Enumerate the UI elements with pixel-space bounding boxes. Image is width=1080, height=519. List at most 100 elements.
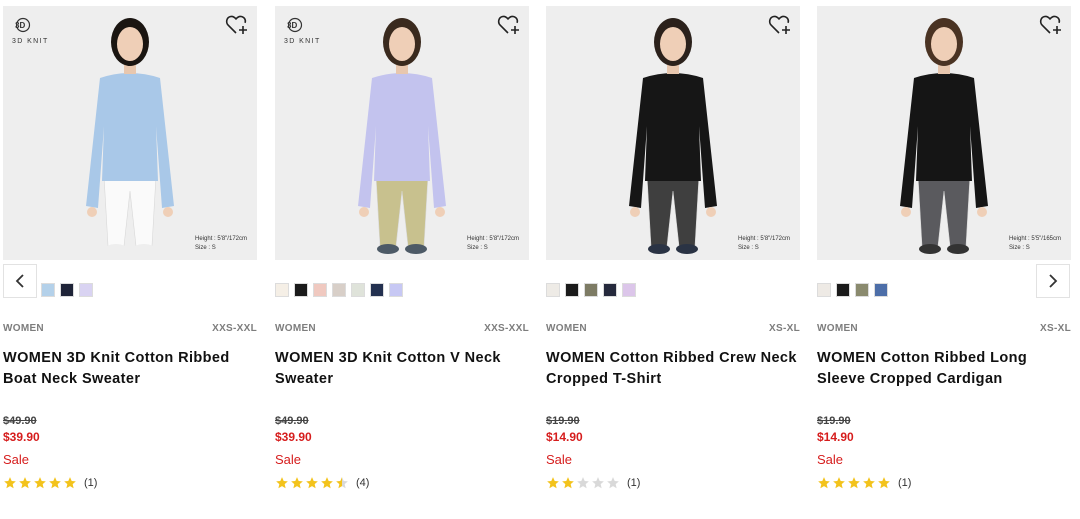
review-count[interactable]: (1) bbox=[84, 477, 97, 489]
add-to-favorites-icon[interactable] bbox=[768, 14, 792, 36]
model-size: Size : S bbox=[195, 245, 216, 251]
review-count[interactable]: (4) bbox=[356, 477, 369, 489]
color-swatch[interactable] bbox=[294, 283, 308, 297]
product-image[interactable]: 3D 3D KNIT Height : 5'8"/172cm Size : S bbox=[275, 6, 529, 260]
model-size: Size : S bbox=[1009, 245, 1030, 251]
rating-stars bbox=[275, 476, 349, 490]
color-swatch[interactable] bbox=[836, 283, 850, 297]
color-swatch[interactable] bbox=[565, 283, 579, 297]
star-icon bbox=[321, 477, 333, 489]
star-icon bbox=[863, 477, 875, 489]
rating-stars bbox=[817, 476, 891, 490]
svg-text:3D: 3D bbox=[15, 21, 25, 30]
product-card[interactable]: Height : 5'5"/165cm Size : S WOMEN XS-XL… bbox=[817, 6, 1073, 506]
3d-knit-icon: 3D bbox=[15, 17, 31, 33]
sale-label: Sale bbox=[546, 452, 573, 467]
product-meta: WOMEN XS-XL bbox=[546, 323, 800, 335]
rating: (4) bbox=[275, 475, 369, 491]
sale-price: $14.90 bbox=[546, 430, 583, 444]
color-swatch[interactable] bbox=[389, 283, 403, 297]
star-icon bbox=[291, 477, 303, 489]
sale-price: $39.90 bbox=[275, 430, 312, 444]
badge-label: 3D KNIT bbox=[12, 38, 49, 45]
color-swatch[interactable] bbox=[874, 283, 888, 297]
add-to-favorites-icon[interactable] bbox=[225, 14, 249, 36]
carousel-prev-button[interactable] bbox=[3, 264, 37, 298]
star-icon bbox=[547, 477, 559, 489]
star-icon bbox=[562, 477, 574, 489]
color-swatches bbox=[546, 283, 636, 297]
product-name[interactable]: WOMEN 3D Knit Cotton Ribbed Boat Neck Sw… bbox=[3, 348, 259, 390]
model-size: Size : S bbox=[467, 245, 488, 251]
color-swatch[interactable] bbox=[351, 283, 365, 297]
size-range: XS-XL bbox=[769, 323, 800, 334]
product-name[interactable]: WOMEN Cotton Ribbed Crew Neck Cropped T-… bbox=[546, 348, 802, 390]
color-swatch[interactable] bbox=[275, 283, 289, 297]
color-swatch[interactable] bbox=[546, 283, 560, 297]
color-swatch[interactable] bbox=[60, 283, 74, 297]
product-card[interactable]: 3D 3D KNIT Height : 5'8"/172cm Size : S … bbox=[3, 6, 259, 506]
product-image[interactable]: Height : 5'8"/172cm Size : S bbox=[546, 6, 800, 260]
size-range: XXS-XXL bbox=[484, 323, 529, 334]
gender-label: WOMEN bbox=[546, 323, 587, 334]
star-icon bbox=[848, 477, 860, 489]
rating-stars bbox=[3, 476, 77, 490]
original-price: $19.90 bbox=[817, 415, 851, 427]
model-info: Height : 5'8"/172cm Size : S bbox=[195, 235, 247, 253]
add-to-favorites-icon[interactable] bbox=[497, 14, 521, 36]
model-info: Height : 5'5"/165cm Size : S bbox=[1009, 235, 1061, 253]
sale-label: Sale bbox=[817, 452, 844, 467]
badge-label: 3D KNIT bbox=[284, 38, 321, 45]
product-card[interactable]: 3D 3D KNIT Height : 5'8"/172cm Size : S … bbox=[275, 6, 531, 506]
3d-knit-badge: 3D 3D KNIT bbox=[12, 16, 63, 48]
product-image[interactable]: Height : 5'5"/165cm Size : S bbox=[817, 6, 1071, 260]
product-card[interactable]: Height : 5'8"/172cm Size : S WOMEN XS-XL… bbox=[546, 6, 802, 506]
product-name[interactable]: WOMEN Cotton Ribbed Long Sleeve Cropped … bbox=[817, 348, 1073, 390]
sale-label: Sale bbox=[3, 452, 30, 467]
carousel-next-button[interactable] bbox=[1036, 264, 1070, 298]
size-range: XS-XL bbox=[1040, 323, 1071, 334]
sale-price: $39.90 bbox=[3, 430, 40, 444]
sale-price: $14.90 bbox=[817, 430, 854, 444]
product-meta: WOMEN XS-XL bbox=[817, 323, 1071, 335]
color-swatch[interactable] bbox=[855, 283, 869, 297]
rating: (1) bbox=[3, 475, 97, 491]
star-icon bbox=[276, 477, 288, 489]
color-swatch[interactable] bbox=[370, 283, 384, 297]
star-icon bbox=[818, 477, 830, 489]
star-icon bbox=[49, 477, 61, 489]
color-swatch[interactable] bbox=[332, 283, 346, 297]
color-swatch[interactable] bbox=[584, 283, 598, 297]
color-swatch[interactable] bbox=[817, 283, 831, 297]
original-price: $49.90 bbox=[275, 415, 309, 427]
color-swatch[interactable] bbox=[603, 283, 617, 297]
model-info: Height : 5'8"/172cm Size : S bbox=[738, 235, 790, 253]
model-height: Height : 5'8"/172cm bbox=[738, 236, 790, 242]
review-count[interactable]: (1) bbox=[627, 477, 640, 489]
original-price: $19.90 bbox=[546, 415, 580, 427]
color-swatch[interactable] bbox=[79, 283, 93, 297]
model-photo bbox=[900, 18, 988, 254]
model-info: Height : 5'8"/172cm Size : S bbox=[467, 235, 519, 253]
color-swatch[interactable] bbox=[313, 283, 327, 297]
star-icon bbox=[592, 477, 604, 489]
svg-text:3D: 3D bbox=[287, 21, 297, 30]
original-price: $49.90 bbox=[3, 415, 37, 427]
product-name[interactable]: WOMEN 3D Knit Cotton V Neck Sweater bbox=[275, 348, 531, 390]
color-swatch[interactable] bbox=[622, 283, 636, 297]
star-icon bbox=[878, 477, 890, 489]
model-height: Height : 5'8"/172cm bbox=[195, 236, 247, 242]
star-icon bbox=[4, 477, 16, 489]
review-count[interactable]: (1) bbox=[898, 477, 911, 489]
color-swatches bbox=[275, 283, 403, 297]
rating: (1) bbox=[546, 475, 640, 491]
add-to-favorites-icon[interactable] bbox=[1039, 14, 1063, 36]
product-image[interactable]: 3D 3D KNIT Height : 5'8"/172cm Size : S bbox=[3, 6, 257, 260]
star-icon bbox=[19, 477, 31, 489]
chevron-right-icon bbox=[1049, 274, 1058, 288]
product-meta: WOMEN XXS-XXL bbox=[3, 323, 257, 335]
color-swatch[interactable] bbox=[41, 283, 55, 297]
product-grid: 3D 3D KNIT Height : 5'8"/172cm Size : S … bbox=[0, 0, 1080, 519]
star-icon bbox=[34, 477, 46, 489]
model-size: Size : S bbox=[738, 245, 759, 251]
